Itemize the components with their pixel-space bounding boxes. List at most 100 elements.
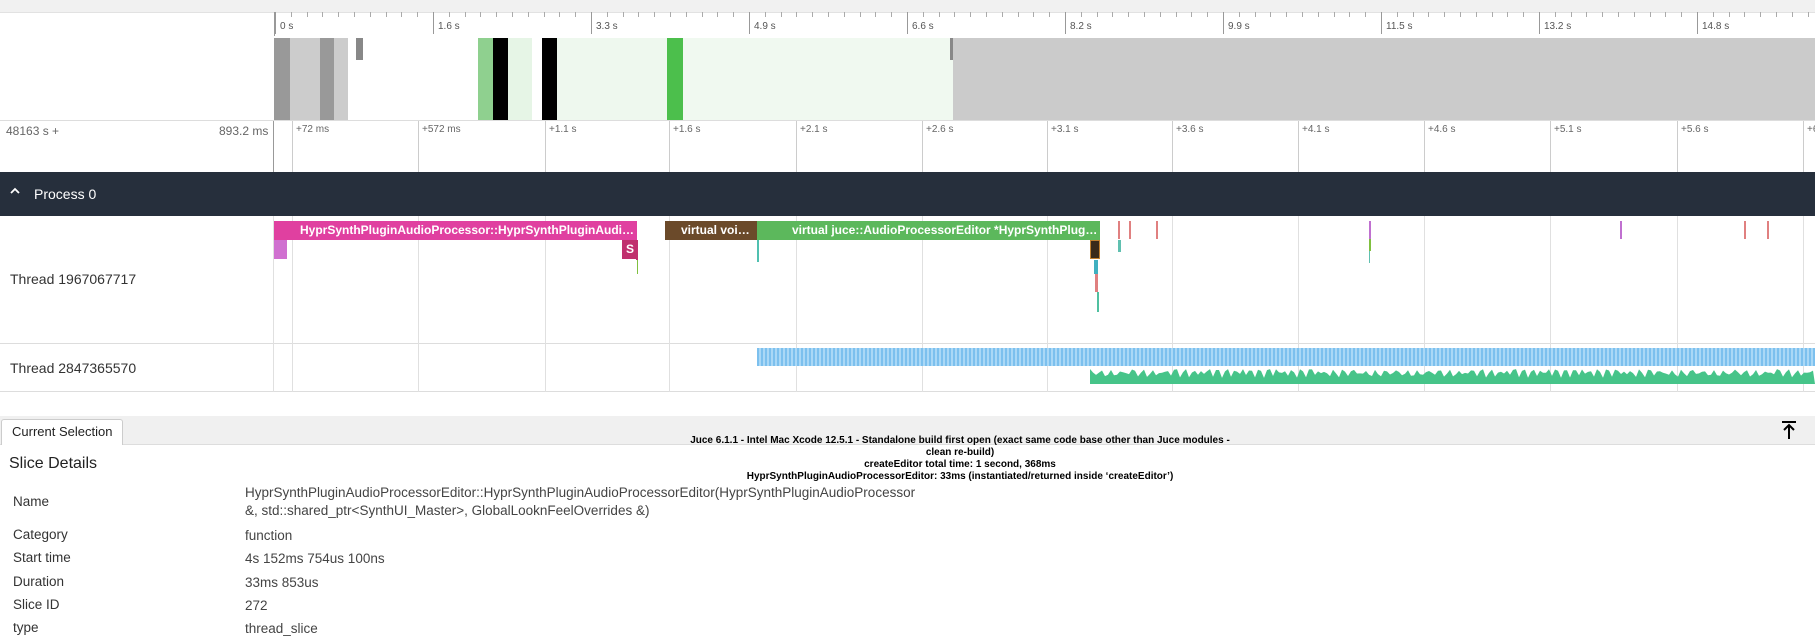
process-header[interactable]: Process 0 [0, 172, 1815, 216]
ruler-tick [733, 12, 734, 17]
slice-small[interactable] [637, 260, 638, 274]
note-line: createEditor total time: 1 second, 368ms [864, 459, 1056, 470]
grid-line [418, 121, 419, 173]
ruler-tick [417, 12, 418, 17]
ruler-tick [307, 12, 308, 17]
offset-label: +6 [1807, 124, 1815, 135]
ruler-tick [1286, 12, 1287, 17]
ruler-major-tick [591, 12, 592, 34]
note-line: clean re-build) [925, 447, 995, 458]
ruler-tick [1397, 12, 1398, 17]
ruler-major-tick [1381, 12, 1382, 34]
ruler-tick [512, 12, 513, 17]
ruler-tick [1144, 12, 1145, 17]
slice-small[interactable] [1156, 221, 1158, 239]
ruler-tick [623, 12, 624, 17]
ruler-tick [1318, 12, 1319, 17]
grid-line [1803, 216, 1804, 344]
slice-child[interactable] [274, 240, 287, 259]
thread-track[interactable]: Thread 1967067717 HyprSynthPluginAudioPr… [0, 216, 1815, 344]
ruler-tick [1207, 12, 1208, 17]
time-ruler[interactable]: 0 s 1.6 s 3.3 s 4.9 s 6.6 s 8.2 s 9.9 s 11.5 s 1… [274, 12, 1815, 36]
ruler-tick [370, 12, 371, 17]
ruler-tick [1097, 12, 1098, 17]
grid-line [1298, 121, 1299, 173]
ruler-tick [1270, 12, 1271, 17]
ruler-tick [844, 12, 845, 17]
grid-line [1172, 216, 1173, 344]
slice-small[interactable] [1118, 240, 1121, 252]
detail-value[interactable]: HyprSynthPluginAudioProcessorEditor::Hyp… [245, 484, 925, 520]
slice-editor-constructor[interactable] [1090, 240, 1100, 259]
overview-timeline[interactable] [274, 38, 1815, 120]
ruler-tick [291, 12, 292, 17]
ruler-tick [1002, 12, 1003, 17]
slice-small[interactable] [1097, 292, 1099, 312]
ruler-tick [1112, 12, 1113, 17]
thread-activity-bar[interactable] [757, 348, 1815, 366]
detail-value: function [245, 528, 293, 543]
slice-small[interactable] [1094, 260, 1098, 274]
slice-s[interactable]: S [622, 240, 637, 259]
ruler-label: 0 s [280, 21, 294, 32]
ruler-tick [1460, 12, 1461, 17]
ruler-tick [717, 12, 718, 17]
thread-label: Thread 2847365570 [10, 360, 137, 376]
grid-line [1550, 121, 1551, 173]
ruler-tick [765, 12, 766, 17]
grid-line [1677, 121, 1678, 173]
slice-small[interactable] [636, 240, 638, 260]
grid-line [1677, 216, 1678, 344]
ruler-tick [1808, 12, 1809, 17]
ruler-tick [1128, 12, 1129, 17]
slice-small[interactable] [1620, 221, 1622, 239]
ruler-tick [465, 12, 466, 17]
slice-small[interactable] [1129, 221, 1131, 239]
ruler-tick [1081, 12, 1082, 17]
grid-line [292, 121, 293, 173]
ruler-label: 6.6 s [912, 21, 934, 32]
slice-small[interactable] [757, 240, 759, 262]
offset-label: +5.1 s [1554, 124, 1582, 135]
slice-create-editor[interactable]: virtual juce::AudioProcessorEditor *Hypr… [757, 221, 1100, 240]
ruler-major-tick [1539, 12, 1540, 34]
slice-small[interactable] [1744, 221, 1746, 239]
slice-small[interactable] [1369, 221, 1371, 239]
grid-line [292, 343, 293, 392]
ruler-tick [1428, 12, 1429, 17]
ruler-label: 4.9 s [754, 21, 776, 32]
detail-value: 33ms 853us [245, 575, 319, 590]
grid-line [273, 343, 274, 392]
grid-line [1047, 121, 1048, 173]
ruler-tick [354, 12, 355, 17]
ruler-tick [1492, 12, 1493, 17]
ruler-tick [528, 12, 529, 17]
slice-virtual-void[interactable]: virtual void juce::... [665, 221, 757, 240]
tab-current-selection[interactable]: Current Selection [1, 419, 124, 445]
ruler-tick [1444, 12, 1445, 17]
slice-small[interactable] [1767, 221, 1769, 239]
grid-line [796, 121, 797, 173]
slice-small[interactable] [1095, 274, 1098, 292]
ruler-tick [954, 12, 955, 17]
ruler-tick [1413, 12, 1414, 17]
ruler-tick [449, 12, 450, 17]
detail-key: Duration [13, 574, 65, 589]
ruler-tick [812, 12, 813, 17]
offset-start-label: 48163 s + [6, 124, 60, 138]
thread-track[interactable]: Thread 2847365570 [0, 343, 1815, 392]
ruler-label: 3.3 s [596, 21, 618, 32]
ruler-tick [338, 12, 339, 17]
collapse-to-top-icon[interactable] [1780, 420, 1798, 440]
slice-small[interactable] [1369, 251, 1370, 263]
chevron-up-icon[interactable] [10, 186, 20, 196]
slice-processor-constructor[interactable]: HyprSynthPluginAudioProcessor::HyprSynth… [274, 221, 637, 240]
slice-small[interactable] [1369, 239, 1371, 251]
ruler-major-tick [275, 12, 276, 34]
slice-small[interactable] [1118, 221, 1120, 239]
ruler-major-tick [433, 12, 434, 34]
grid-line [669, 121, 670, 173]
ruler-tick [860, 12, 861, 17]
ruler-tick [1255, 12, 1256, 17]
ruler-tick [1049, 12, 1050, 17]
